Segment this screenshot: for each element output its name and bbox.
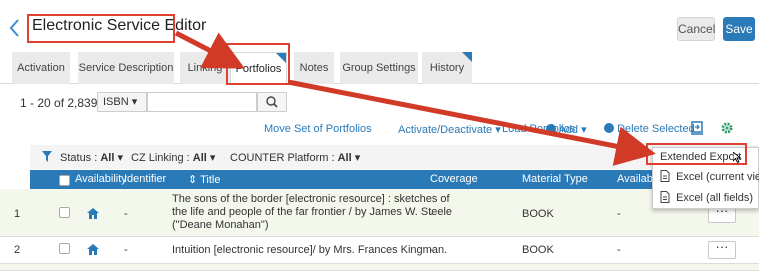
annotation-arrow (174, 30, 245, 69)
annotation-arrows (174, 30, 656, 166)
annotation-arrow (287, 79, 656, 166)
